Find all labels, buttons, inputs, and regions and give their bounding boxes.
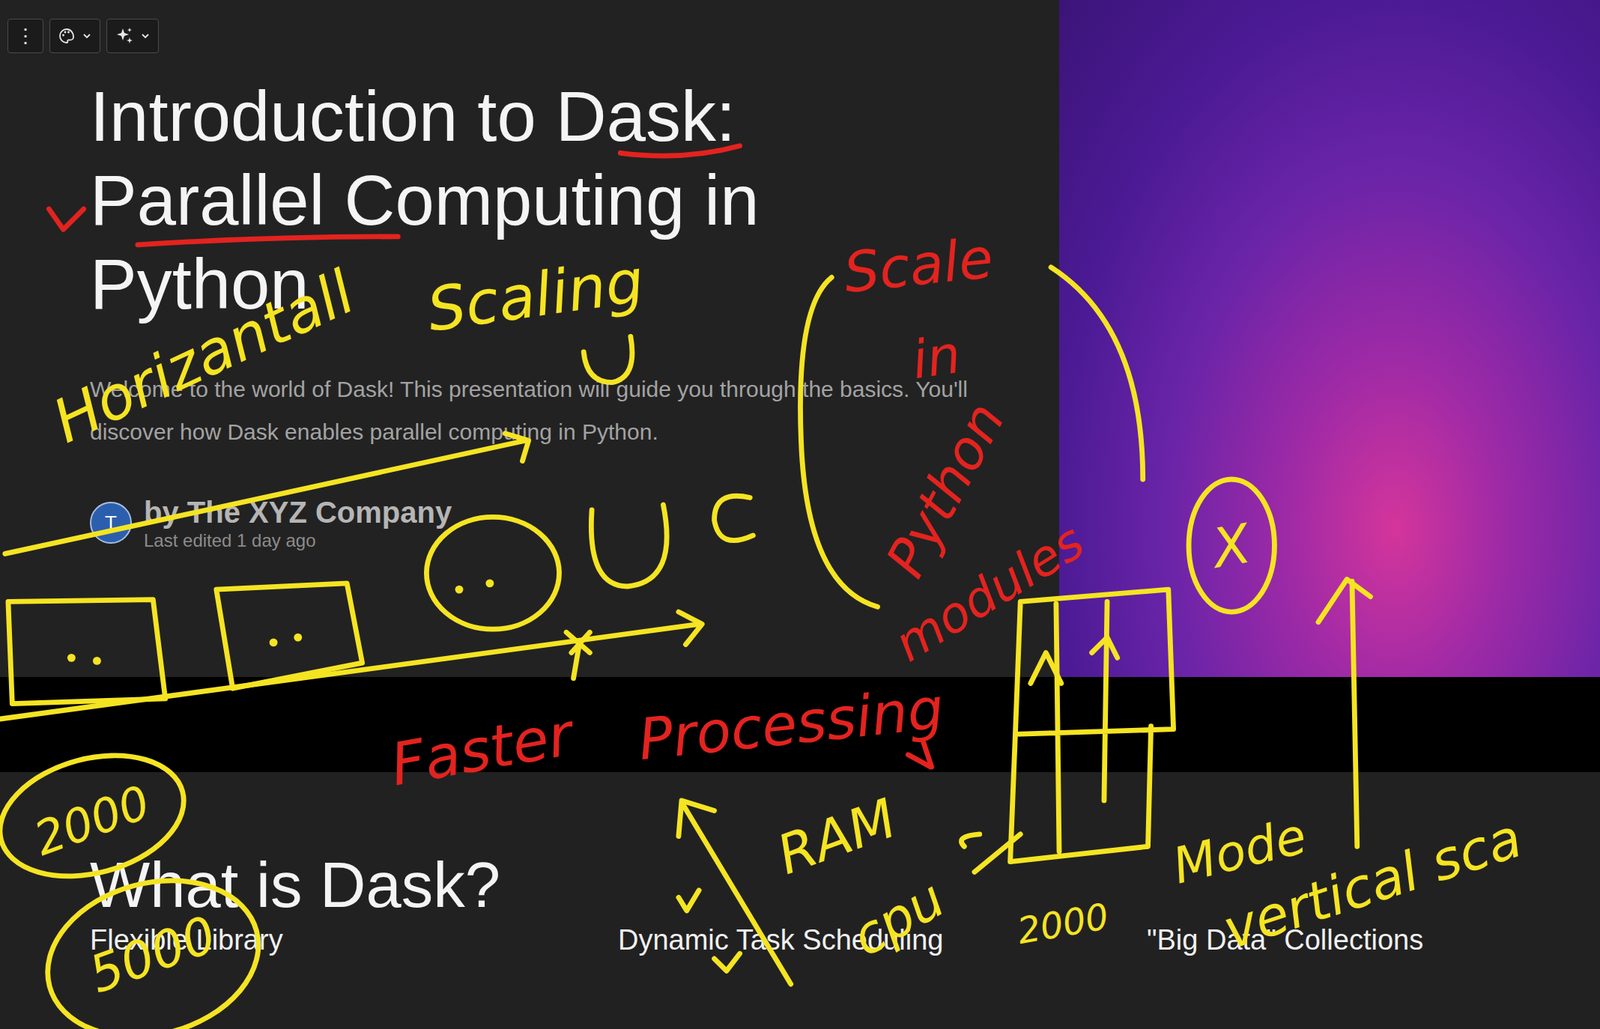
handwritten-note: Faster [386,704,577,795]
sparkle-icon [114,26,135,46]
ink-drawing [0,0,1600,1029]
handwritten-note: modules [886,516,1093,670]
handwritten-note: Python [877,394,1014,586]
menu-button[interactable]: ⋮ [7,18,44,54]
slide-editor: ⋮ Introduction to Dask: Parallel Computi… [0,0,1600,1029]
slide-content: Introduction to Dask: Parallel Computing… [7,74,1060,553]
slide-subtitle[interactable]: Welcome to the world of Dask! This prese… [89,367,982,454]
author-name: by The XYZ Company [143,494,452,531]
handwritten-note: RAM [770,791,903,884]
ai-button[interactable] [106,18,159,54]
feature-columns: Flexible LibraryDynamic Task Scheduling"… [89,923,1600,957]
slide-title[interactable]: Introduction to Dask: Parallel Computing… [89,74,839,327]
palette-icon [57,26,76,45]
handwritten-note: Scaling [423,250,648,341]
second-slide: What is Dask? Flexible LibraryDynamic Ta… [0,847,1600,1029]
feature-heading[interactable]: Flexible Library [89,923,618,957]
title-slide: ⋮ Introduction to Dask: Parallel Computi… [0,0,1600,678]
handwritten-note: 2000 [1014,898,1112,950]
chevron-down-icon [81,30,93,42]
handwritten-note: Scale [841,229,996,301]
handwritten-note: cpu [843,871,953,965]
handwritten-note: Horizantall [44,262,363,454]
handwritten-note: 2000 [28,779,156,863]
slide-divider [0,677,1600,773]
author-info: by The XYZ Company Last edited 1 day ago [143,494,452,553]
cover-image [1059,0,1600,678]
handwritten-note: Processing [635,680,947,769]
annotation-layer: Horizantall Scaling Scale in Pythonmodules Fa… [0,0,1600,1029]
feature-heading[interactable]: Dynamic Task Scheduling [617,923,1147,957]
author-row: T by The XYZ Company Last edited 1 day a… [89,494,1060,553]
title-panel: ⋮ Introduction to Dask: Parallel Computi… [0,0,1060,678]
last-edited: Last edited 1 day ago [143,530,452,553]
handwritten-note: X [1208,516,1254,576]
menu-glyph: ⋮ [15,26,36,46]
feature-heading[interactable]: "Big Data" Collections [1146,923,1600,957]
handwritten-note: vertical sca [1217,810,1529,958]
second-slide-title[interactable]: What is Dask? [89,847,1600,924]
chevron-down-icon [140,30,151,42]
editor-toolbar: ⋮ [7,18,1060,54]
handwritten-note: 5000 [83,908,223,1001]
handwritten-note: Mode [1168,811,1311,893]
author-avatar: T [89,501,132,544]
handwritten-note: in [909,328,965,387]
theme-button[interactable] [49,18,101,54]
